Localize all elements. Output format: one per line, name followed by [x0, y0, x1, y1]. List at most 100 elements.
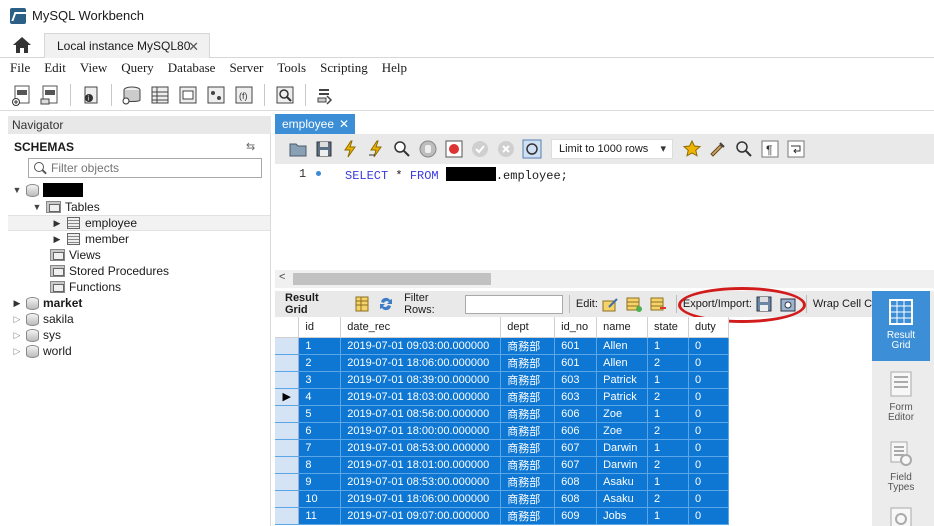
table-cell[interactable]: 8 [298, 456, 342, 474]
table-cell[interactable]: 1 [647, 371, 689, 389]
execute-button[interactable] [340, 139, 360, 159]
export-button[interactable] [755, 295, 773, 313]
menu-tools[interactable]: Tools [277, 60, 306, 76]
expanded-arrow-icon[interactable]: ▼ [12, 185, 22, 195]
table-cell[interactable]: 1 [647, 507, 689, 525]
table-cell[interactable]: 商務部 [500, 490, 556, 508]
home-tab[interactable] [8, 34, 36, 56]
table-cell[interactable]: 1 [647, 473, 689, 491]
table-cell[interactable]: 商務部 [500, 456, 556, 474]
table-cell[interactable]: 0 [688, 439, 730, 457]
create-view-button[interactable] [177, 84, 199, 106]
result-grid-label[interactable]: Result Grid [285, 292, 343, 316]
table-cell[interactable]: 607 [554, 456, 598, 474]
field-types-side-button[interactable]: Field Types [872, 433, 930, 503]
table-row[interactable]: 9 2019-07-01 08:53:00.000000 商務部 608 Asaku 1 0 [275, 473, 730, 491]
connection-tab[interactable]: Local instance MySQL80 ✕ [44, 33, 210, 58]
row-header[interactable] [275, 354, 300, 372]
table-cell[interactable]: 商務部 [500, 371, 556, 389]
table-cell[interactable]: 609 [554, 507, 598, 525]
table-cell[interactable]: 0 [688, 388, 730, 406]
new-sql-tab-button[interactable] [11, 84, 33, 106]
collapsed-arrow-icon[interactable]: ▶ [52, 234, 62, 245]
table-cell[interactable]: 商務部 [500, 473, 556, 491]
table-cell[interactable]: 606 [554, 405, 598, 423]
column-header-state[interactable]: state [647, 317, 689, 338]
editor-tab-employee[interactable]: employee ✕ [275, 114, 355, 134]
table-cell[interactable]: Darwin [596, 456, 649, 474]
table-cell[interactable]: 5 [298, 405, 342, 423]
add-row-button[interactable] [625, 295, 643, 313]
table-row[interactable]: 11 2019-07-01 09:07:00.000000 商務部 609 Jobs 1 0 [275, 507, 730, 525]
tree-functions-folder[interactable]: Functions [8, 279, 270, 295]
table-cell[interactable]: 0 [688, 473, 730, 491]
menu-scripting[interactable]: Scripting [320, 60, 368, 76]
table-cell[interactable]: 商務部 [500, 422, 556, 440]
column-header-dept[interactable]: dept [500, 317, 556, 338]
table-cell[interactable]: 2 [647, 456, 689, 474]
tree-procedures-folder[interactable]: Stored Procedures [8, 263, 270, 279]
table-cell[interactable]: 2019-07-01 18:03:00.000000 [340, 388, 502, 406]
row-header[interactable]: ▶ [275, 388, 300, 406]
table-cell[interactable]: 2019-07-01 18:06:00.000000 [340, 354, 502, 372]
table-cell[interactable]: 608 [554, 490, 598, 508]
table-cell[interactable]: 0 [688, 354, 730, 372]
grid-view-button[interactable] [353, 295, 371, 313]
table-cell[interactable]: 2 [647, 422, 689, 440]
table-cell[interactable]: 1 [298, 337, 342, 355]
table-cell[interactable]: 商務部 [500, 507, 556, 525]
wrap-cell-label[interactable]: Wrap Cell C [813, 298, 872, 310]
inspector-button[interactable]: i [80, 84, 102, 106]
collapsed-arrow-icon[interactable]: ▶ [52, 218, 62, 229]
row-header[interactable] [275, 439, 300, 457]
column-header-duty[interactable]: duty [688, 317, 730, 338]
menu-edit[interactable]: Edit [44, 60, 66, 76]
table-cell[interactable]: 2019-07-01 09:03:00.000000 [340, 337, 502, 355]
tree-schema-redacted[interactable]: ▼ [8, 182, 270, 198]
collapsed-arrow-icon[interactable]: ▶ [12, 298, 22, 309]
table-cell[interactable]: 6 [298, 422, 342, 440]
table-cell[interactable]: 601 [554, 354, 598, 372]
collapsed-arrow-icon[interactable]: ▷ [12, 314, 22, 325]
table-cell[interactable]: 9 [298, 473, 342, 491]
create-function-button[interactable]: (f) [233, 84, 255, 106]
create-schema-button[interactable] [121, 84, 143, 106]
invisible-chars-button[interactable]: ¶ [760, 139, 780, 159]
table-row[interactable]: 7 2019-07-01 08:53:00.000000 商務部 607 Darwin 1… [275, 439, 730, 457]
menu-query[interactable]: Query [121, 60, 154, 76]
rollback-button[interactable] [496, 139, 516, 159]
table-cell[interactable]: 0 [688, 337, 730, 355]
tree-views-folder[interactable]: Views [8, 247, 270, 263]
table-cell[interactable]: 7 [298, 439, 342, 457]
row-header[interactable] [275, 405, 300, 423]
create-table-button[interactable] [149, 84, 171, 106]
menu-help[interactable]: Help [382, 60, 407, 76]
table-cell[interactable]: Asaku [596, 473, 649, 491]
menu-server[interactable]: Server [229, 60, 263, 76]
table-cell[interactable]: 2019-07-01 18:06:00.000000 [340, 490, 502, 508]
table-cell[interactable]: Allen [596, 337, 649, 355]
row-header[interactable] [275, 337, 300, 355]
column-header-id[interactable]: id [298, 317, 342, 338]
table-cell[interactable]: 10 [298, 490, 342, 508]
search-table-data-button[interactable] [274, 84, 296, 106]
table-cell[interactable]: Jobs [596, 507, 649, 525]
row-header[interactable] [275, 456, 300, 474]
commit-button[interactable] [470, 139, 490, 159]
menu-file[interactable]: File [10, 60, 30, 76]
table-cell[interactable]: 4 [298, 388, 342, 406]
table-cell[interactable]: 商務部 [500, 337, 556, 355]
table-cell[interactable]: 0 [688, 371, 730, 389]
table-row[interactable]: 1 2019-07-01 09:03:00.000000 商務部 601 Allen 1 0 [275, 337, 730, 355]
menu-view[interactable]: View [80, 60, 107, 76]
table-cell[interactable]: 2 [647, 490, 689, 508]
table-cell[interactable]: 2019-07-01 08:53:00.000000 [340, 439, 502, 457]
table-cell[interactable]: 商務部 [500, 388, 556, 406]
table-cell[interactable]: 608 [554, 473, 598, 491]
table-cell[interactable]: 商務部 [500, 354, 556, 372]
form-editor-side-button[interactable]: Form Editor [872, 363, 930, 433]
tree-tables-folder[interactable]: ▼ Tables [8, 199, 270, 215]
autocommit-toggle[interactable] [522, 139, 542, 159]
tree-table-employee[interactable]: ▶ employee [8, 215, 270, 231]
table-cell[interactable]: 2019-07-01 09:07:00.000000 [340, 507, 502, 525]
